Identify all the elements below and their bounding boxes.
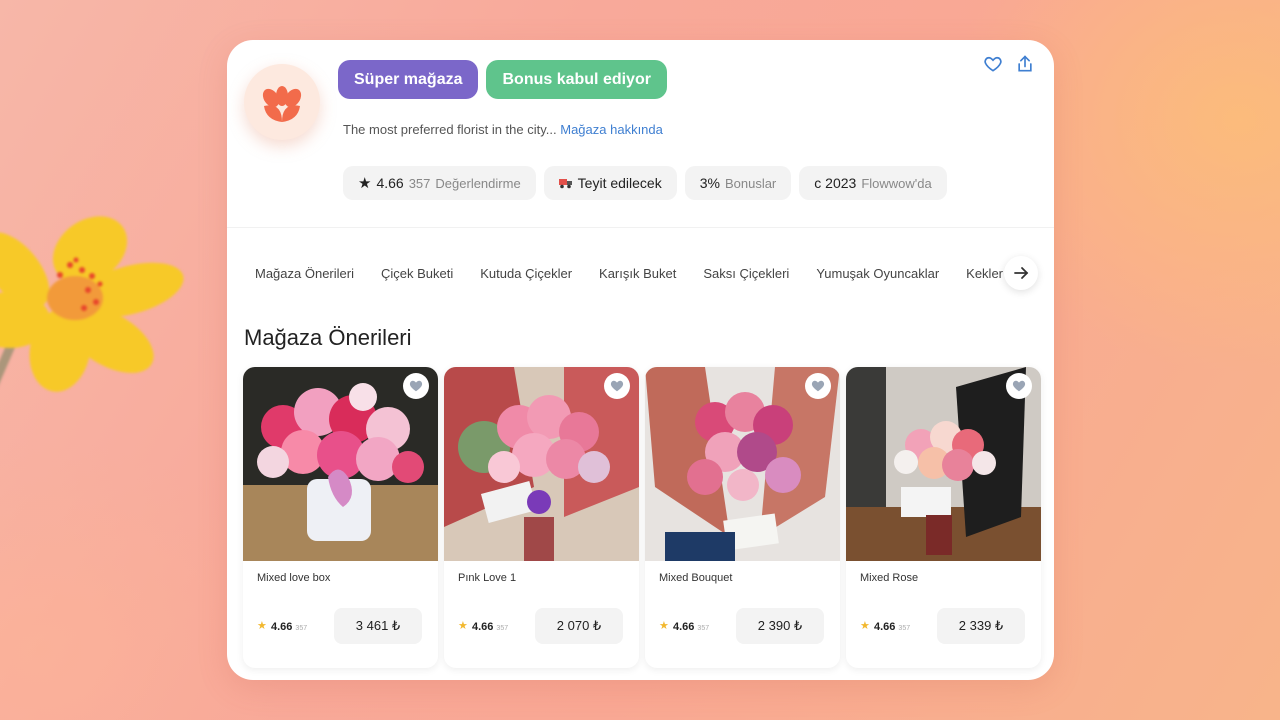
product-rating: 4.66 357 <box>874 621 910 633</box>
truck-icon <box>558 179 572 189</box>
rating-value: 4.66 <box>271 621 293 633</box>
decorative-flower-illustration <box>0 216 184 392</box>
rating-count: 357 <box>408 175 431 191</box>
product-price[interactable]: 3 461 ₺ <box>334 608 422 644</box>
rating-value: 4.66 <box>376 175 404 191</box>
bonus-label: Bonuslar <box>724 175 777 191</box>
product-photo <box>846 367 1041 561</box>
product-photo <box>645 367 840 561</box>
flower-logo-icon <box>262 86 302 122</box>
favorite-store-button[interactable] <box>982 53 1004 75</box>
description-text: The most preferred florist in the city..… <box>343 122 557 137</box>
product-card[interactable]: Mixed love box ★ 4.66 357 3 461 ₺ <box>243 367 438 668</box>
product-name: Mixed Bouquet <box>659 572 733 584</box>
rating-value: 4.66 <box>673 621 695 633</box>
heart-icon <box>610 380 624 392</box>
bonus-value: 3% <box>699 175 720 191</box>
tab-soft-toys[interactable]: Yumuşak Oyuncaklar <box>816 254 939 281</box>
star-icon: ★ <box>358 175 372 192</box>
arrow-right-icon <box>1014 267 1029 279</box>
share-store-button[interactable] <box>1014 53 1036 75</box>
rating-value: 4.66 <box>472 621 494 633</box>
favorite-product-button[interactable] <box>403 373 429 399</box>
product-rating: 4.66 357 <box>472 621 508 633</box>
super-store-badge[interactable]: Süper mağaza <box>338 60 479 99</box>
product-price[interactable]: 2 070 ₺ <box>535 608 623 644</box>
category-tabs: Mağaza Önerileri Çiçek Buketi Kutuda Çiçek… <box>227 254 1017 294</box>
product-price[interactable]: 2 339 ₺ <box>937 608 1025 644</box>
product-name: Mixed love box <box>257 572 331 584</box>
tab-potted-flowers[interactable]: Saksı Çiçekleri <box>703 254 789 281</box>
store-stats: ★ 4.66 357 Değerlendirme Teyit edilecek … <box>343 166 947 200</box>
tab-boxed-flowers[interactable]: Kutuda Çiçekler <box>480 254 572 281</box>
tab-flower-bouquet[interactable]: Çiçek Buketi <box>381 254 453 281</box>
product-name: Pınk Love 1 <box>458 572 517 584</box>
tab-store-recommendations[interactable]: Mağaza Önerileri <box>255 254 354 281</box>
rating-count: 357 <box>496 625 509 632</box>
store-actions <box>982 53 1036 75</box>
verify-stat[interactable]: Teyit edilecek <box>543 166 677 200</box>
heart-icon <box>984 56 1002 72</box>
store-card: Süper mağaza Bonus kabul ediyor The most… <box>227 40 1054 680</box>
favorite-product-button[interactable] <box>1006 373 1032 399</box>
product-rating: 4.66 357 <box>271 621 307 633</box>
heart-icon <box>409 380 423 392</box>
favorite-product-button[interactable] <box>604 373 630 399</box>
product-card[interactable]: Mixed Rose ★ 4.66 357 2 339 ₺ <box>846 367 1041 668</box>
star-icon: ★ <box>257 620 267 632</box>
heart-icon <box>1012 380 1026 392</box>
product-photo <box>444 367 639 561</box>
product-rating: 4.66 357 <box>673 621 709 633</box>
since-label: Flowwow'da <box>861 175 932 191</box>
section-title: Mağaza Önerileri <box>244 325 412 350</box>
favorite-product-button[interactable] <box>805 373 831 399</box>
product-price[interactable]: 2 390 ₺ <box>736 608 824 644</box>
product-name: Mixed Rose <box>860 572 919 584</box>
bonus-stat[interactable]: 3% Bonuslar <box>684 166 792 200</box>
rating-count: 357 <box>295 625 308 632</box>
since-value: c 2023 <box>814 175 857 191</box>
heart-icon <box>811 380 825 392</box>
divider <box>227 227 1054 228</box>
product-photo <box>243 367 438 561</box>
star-icon: ★ <box>458 620 468 632</box>
bonus-accepted-badge[interactable]: Bonus kabul ediyor <box>486 60 667 99</box>
store-logo <box>244 64 320 140</box>
rating-value: 4.66 <box>874 621 896 633</box>
tab-mixed-bouquet[interactable]: Karışık Buket <box>599 254 676 281</box>
product-card[interactable]: Mixed Bouquet ★ 4.66 357 2 390 ₺ <box>645 367 840 668</box>
rating-count: 357 <box>898 625 911 632</box>
star-icon: ★ <box>860 620 870 632</box>
product-card[interactable]: Pınk Love 1 ★ 4.66 357 2 070 ₺ <box>444 367 639 668</box>
tabs-next-button[interactable] <box>1004 256 1038 290</box>
rating-label: Değerlendirme <box>435 175 521 191</box>
store-badges: Süper mağaza Bonus kabul ediyor <box>338 60 667 99</box>
tab-cakes[interactable]: Kekler <box>966 254 1003 281</box>
rating-count: 357 <box>697 625 710 632</box>
share-icon <box>1018 55 1032 72</box>
store-description: The most preferred florist in the city..… <box>343 122 663 137</box>
since-stat: c 2023 Flowwow'da <box>799 166 947 200</box>
product-grid: Mixed love box ★ 4.66 357 3 461 ₺ Pınk L… <box>243 367 1041 668</box>
rating-stat[interactable]: ★ 4.66 357 Değerlendirme <box>343 166 536 200</box>
verify-label: Teyit edilecek <box>577 175 662 191</box>
star-icon: ★ <box>659 620 669 632</box>
about-store-link[interactable]: Mağaza hakkında <box>560 122 663 137</box>
